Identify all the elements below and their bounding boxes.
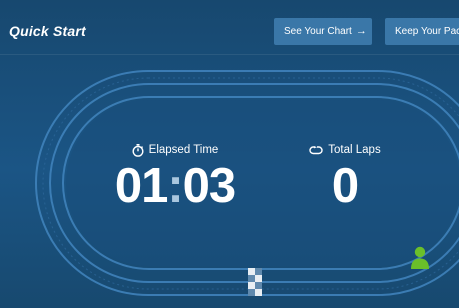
elapsed-time-value: 01:03 xyxy=(95,161,255,211)
stopwatch-icon xyxy=(132,143,144,157)
total-laps-label: Total Laps xyxy=(328,144,381,156)
elapsed-time-stat: Elapsed Time 01:03 xyxy=(95,142,255,211)
elapsed-colon: : xyxy=(167,159,183,213)
elapsed-time-label: Elapsed Time xyxy=(148,144,219,156)
quick-start-screen: Quick Start See Your Chart → Keep Your Pa… xyxy=(0,0,459,308)
loop-icon xyxy=(309,145,323,155)
elapsed-time-label-row: Elapsed Time xyxy=(95,142,255,158)
elapsed-minutes: 01 xyxy=(114,159,169,213)
runner-avatar-icon xyxy=(411,246,429,269)
total-laps-value: 0 xyxy=(331,159,359,213)
total-laps-stat: Total Laps 0 xyxy=(285,142,405,211)
total-laps-label-row: Total Laps xyxy=(285,142,405,158)
checkered-flag-icon xyxy=(248,268,262,296)
elapsed-seconds: 03 xyxy=(182,159,237,213)
